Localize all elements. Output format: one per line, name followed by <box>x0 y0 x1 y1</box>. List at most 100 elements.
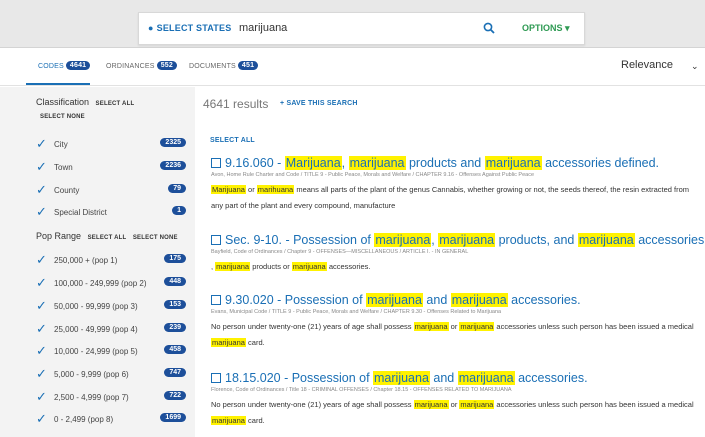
result-item: Sec. 9-10. - Possession of marijuana, ma… <box>211 233 705 275</box>
result-checkbox[interactable] <box>211 295 221 305</box>
result-item: 18.15.020 - Possession of marijuana and … <box>211 371 701 429</box>
search-box[interactable]: ● SELECT STATES marijuana OPTIONS ▾ <box>138 12 585 45</box>
tab-documents[interactable]: DOCUMENTS 451 <box>189 61 259 70</box>
search-term-highlight: marijuana <box>211 338 246 347</box>
tab-codes[interactable]: CODES 4641 <box>38 61 91 70</box>
count-badge: 2325 <box>160 138 186 147</box>
result-breadcrumb: Bayfield, Code of Ordinances / Chapter 9… <box>211 249 469 255</box>
facet-pop-7[interactable]: ✓ 2,500 - 4,999 (pop 7) 722 <box>36 390 186 406</box>
count-badge: 175 <box>164 254 186 263</box>
checkmark-icon: ✓ <box>36 411 47 426</box>
count-badge: 239 <box>164 323 186 332</box>
result-breadcrumb: Florence, Code of Ordinances / Title 18 … <box>211 387 512 393</box>
select-states-button[interactable]: ● SELECT STATES <box>148 23 231 33</box>
checkmark-icon: ✓ <box>36 159 47 174</box>
facet-county[interactable]: ✓ County 79 <box>36 183 186 199</box>
facet-pop-8[interactable]: ✓ 0 - 2,499 (pop 8) 1699 <box>36 412 186 428</box>
save-search-button[interactable]: + SAVE THIS SEARCH <box>280 100 358 107</box>
search-term-highlight: marijuana <box>366 293 423 307</box>
map-pin-icon: ● <box>148 23 154 33</box>
checkmark-icon: ✓ <box>36 343 47 358</box>
plus-icon: + <box>280 100 285 107</box>
search-term-highlight: marijuana <box>450 293 508 307</box>
search-term-highlight: marijuana <box>374 233 432 247</box>
sort-select[interactable]: Relevance <box>621 59 673 71</box>
search-term-highlight: marijuana <box>211 416 246 425</box>
checkmark-icon: ✓ <box>36 275 47 290</box>
caret-down-icon: ▾ <box>565 23 570 33</box>
active-tab-indicator <box>26 83 90 85</box>
facet-pop-5[interactable]: ✓ 10,000 - 24,999 (pop 5) 458 <box>36 344 186 360</box>
search-term-highlight: Marijuana <box>284 156 342 170</box>
facet-pop-2[interactable]: ✓ 100,000 - 249,999 (pop 2) 448 <box>36 276 186 292</box>
result-snippet: No person under twenty-one (21) years of… <box>211 322 694 347</box>
checkmark-icon: ✓ <box>36 366 47 381</box>
count-badge: 458 <box>164 345 186 354</box>
count-badge: 1699 <box>160 413 186 422</box>
result-checkbox[interactable] <box>211 373 221 383</box>
checkmark-icon: ✓ <box>36 182 47 197</box>
result-snippet: Marijuana or marihuana means all parts o… <box>211 185 690 210</box>
result-snippet: , marijuana products or marijuana access… <box>211 262 371 271</box>
classification-select-none[interactable]: SELECT NONE <box>40 114 85 120</box>
pop-range-heading: Pop Range SELECT ALL SELECT NONE <box>36 231 178 241</box>
tab-ordinances[interactable]: ORDINANCES 552 <box>106 61 177 70</box>
checkmark-icon: ✓ <box>36 298 47 313</box>
result-breadcrumb: Avon, Home Rule Charter and Code / TITLE… <box>211 172 535 178</box>
classification-heading: Classification SELECT ALL <box>36 97 135 107</box>
result-item: 9.30.020 - Possession of marijuana and m… <box>211 293 701 351</box>
search-term-highlight: Marijuana <box>211 185 246 194</box>
count-badge: 79 <box>168 184 186 193</box>
results-select-all[interactable]: SELECT ALL <box>210 137 255 144</box>
search-term-highlight: marijuana <box>438 233 496 247</box>
checkmark-icon: ✓ <box>36 389 47 404</box>
facet-pop-6[interactable]: ✓ 5,000 - 9,999 (pop 6) 747 <box>36 367 186 383</box>
count-badge: 448 <box>164 277 186 286</box>
facet-pop-3[interactable]: ✓ 50,000 - 99,999 (pop 3) 153 <box>36 299 186 315</box>
search-term-highlight: marijuana <box>457 371 515 385</box>
search-term-highlight: marijuana <box>348 156 406 170</box>
search-term-highlight: marijuana <box>413 400 449 409</box>
facet-city[interactable]: ✓ City 2325 <box>36 137 186 153</box>
search-term-highlight: marijuana <box>459 400 495 409</box>
top-search-bar: ● SELECT STATES marijuana OPTIONS ▾ <box>0 0 705 48</box>
search-term-highlight: marijuana <box>459 322 495 331</box>
search-term-highlight: marijuana <box>484 156 542 170</box>
result-checkbox[interactable] <box>211 158 221 168</box>
tab-count-badge: 451 <box>237 61 259 70</box>
tab-count-badge: 4641 <box>65 61 91 70</box>
search-term-highlight: marihuana <box>256 185 295 194</box>
checkmark-icon: ✓ <box>36 252 47 267</box>
facet-town[interactable]: ✓ Town 2236 <box>36 160 186 176</box>
count-badge: 1 <box>172 206 186 215</box>
checkmark-icon: ✓ <box>36 204 47 219</box>
facet-pop-1[interactable]: ✓ 250,000 + (pop 1) 175 <box>36 253 186 269</box>
result-title[interactable]: 9.16.060 - Marijuana, marijuana products… <box>211 156 701 171</box>
facet-special-district[interactable]: ✓ Special District 1 <box>36 205 186 221</box>
count-badge: 747 <box>164 368 186 377</box>
search-term-highlight: marijuana <box>413 322 449 331</box>
checkmark-icon: ✓ <box>36 321 47 336</box>
count-badge: 153 <box>164 300 186 309</box>
options-dropdown[interactable]: OPTIONS ▾ <box>522 23 570 34</box>
count-badge: 2236 <box>160 161 186 170</box>
search-term-highlight: marijuana <box>215 262 251 271</box>
result-title[interactable]: 9.30.020 - Possession of marijuana and m… <box>211 293 701 308</box>
search-term-highlight: marijuana <box>291 262 327 271</box>
result-item: 9.16.060 - Marijuana, marijuana products… <box>211 156 701 214</box>
search-input[interactable]: marijuana <box>239 22 287 34</box>
search-term-highlight: marijuana <box>373 371 430 385</box>
result-title[interactable]: Sec. 9-10. - Possession of marijuana, ma… <box>211 233 705 248</box>
pop-range-select-all[interactable]: SELECT ALL <box>88 235 127 241</box>
result-title[interactable]: 18.15.020 - Possession of marijuana and … <box>211 371 701 386</box>
result-checkbox[interactable] <box>211 235 221 245</box>
search-icon[interactable] <box>483 22 495 34</box>
result-breadcrumb: Evans, Municipal Code / TITLE 9 - Public… <box>211 309 502 315</box>
facet-pop-4[interactable]: ✓ 25,000 - 49,999 (pop 4) 239 <box>36 322 186 338</box>
chevron-down-icon[interactable]: ⌄ <box>691 61 699 72</box>
pop-range-select-none[interactable]: SELECT NONE <box>133 235 178 241</box>
classification-select-all[interactable]: SELECT ALL <box>96 101 135 107</box>
results-count: 4641 results <box>203 97 269 111</box>
count-badge: 722 <box>164 391 186 400</box>
checkmark-icon: ✓ <box>36 136 47 151</box>
